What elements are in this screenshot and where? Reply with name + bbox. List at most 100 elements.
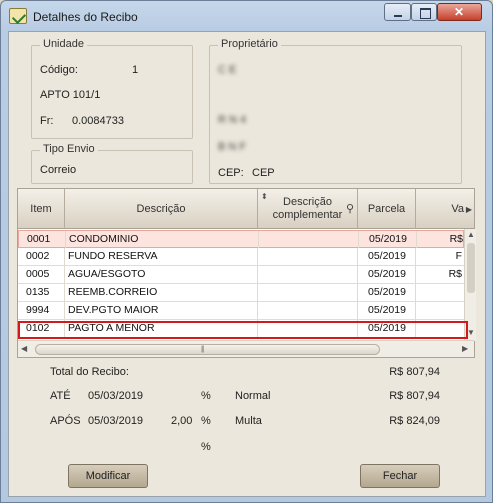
receipt-details-window: Detalhes do Recibo Unidade Código: 1 APT… <box>0 0 493 503</box>
col-descricao-complementar[interactable]: ⬍ Descrição complementar ⚲ <box>258 189 358 229</box>
cell-valor: F <box>455 250 462 262</box>
items-grid[interactable]: Item Descrição ⬍ Descrição complementar … <box>17 188 476 358</box>
table-row[interactable]: 0005 AGUA/ESGOTO 05/2019 R$ <box>18 266 464 284</box>
cell-descricao: DEV.PGTO MAIOR <box>65 302 258 319</box>
minimize-button[interactable] <box>384 3 411 21</box>
cep-label: CEP: <box>218 167 244 179</box>
cell-parcela: 05/2019 <box>358 320 416 337</box>
col-item-label: Item <box>30 202 52 215</box>
total-value: R$ 807,94 <box>389 366 440 378</box>
scroll-left-icon[interactable]: ◀ <box>21 344 27 353</box>
tipo-envio-label: Tipo Envio <box>40 143 98 155</box>
owner-address-2: B N F <box>218 141 247 153</box>
col-descricao-label: Descrição <box>136 202 186 215</box>
proprietario-group: Proprietário C E R N 4 B N F CEP: CEP <box>209 38 462 184</box>
apos-date: 05/03/2019 <box>88 415 144 427</box>
cell-parcela: 05/2019 <box>358 284 416 301</box>
cell-compl <box>258 284 358 301</box>
table-row[interactable]: 0102 PAGTO A MENOR 05/2019 <box>18 320 464 338</box>
apos-type: Multa <box>235 415 262 427</box>
modificar-button[interactable]: Modificar <box>68 464 148 488</box>
client-area: Unidade Código: 1 APTO 101/1 Fr: 0.00847… <box>8 31 486 497</box>
col-parcela-label: Parcela <box>367 202 406 215</box>
fr-value: 0.0084733 <box>72 115 124 127</box>
cell-compl <box>258 266 358 283</box>
fr-label: Fr: <box>40 115 54 127</box>
cell-compl <box>258 248 358 265</box>
cell-item: 0005 <box>18 266 65 283</box>
maximize-button[interactable] <box>411 3 437 21</box>
cell-valor: R$ <box>448 268 462 280</box>
apos-rate: 2,00 <box>171 415 193 427</box>
cell-valor <box>416 284 464 301</box>
table-row[interactable]: 0001 CONDOMINIO 05/2019 R$ <box>18 230 464 248</box>
cell-descricao: PAGTO A MENOR <box>65 320 258 337</box>
title-bar[interactable]: Detalhes do Recibo <box>1 1 492 31</box>
cell-item: 9994 <box>18 302 65 319</box>
table-row[interactable]: 0002 FUNDO RESERVA 05/2019 F <box>18 248 464 266</box>
cell-valor <box>416 320 464 337</box>
horizontal-scrollbar[interactable]: ◀ ||| ▶ <box>18 340 474 357</box>
cell-parcela: 05/2019 <box>358 302 416 319</box>
vertical-scroll-thumb[interactable] <box>467 243 475 293</box>
sort-icon: ⬍ <box>261 192 268 201</box>
ate-value: R$ 807,94 <box>389 390 440 402</box>
apos-percent: % <box>201 415 211 427</box>
total-label: Total do Recibo: <box>50 366 129 378</box>
col-valor-label: Va <box>451 202 464 215</box>
ate-type: Normal <box>235 390 271 402</box>
proprietario-label: Proprietário <box>218 38 281 50</box>
receipt-app-icon <box>9 8 27 24</box>
cell-compl <box>259 231 359 248</box>
cell-item: 0002 <box>18 248 65 265</box>
tipo-envio-group: Tipo Envio Correio <box>31 143 193 184</box>
cell-descricao: REEMB.CORREIO <box>65 284 258 301</box>
cep-value: CEP <box>252 167 275 179</box>
cell-compl <box>258 320 358 337</box>
col-compl-label: Descrição complementar <box>272 196 343 221</box>
ate-date: 05/03/2019 <box>88 390 144 402</box>
cell-descricao: AGUA/ESGOTO <box>65 266 258 283</box>
ate-label: ATÉ <box>50 390 71 402</box>
table-row[interactable]: 9994 DEV.PGTO MAIOR 05/2019 <box>18 302 464 320</box>
unidade-group: Unidade Código: 1 APTO 101/1 Fr: 0.00847… <box>31 38 193 139</box>
scroll-right-icon[interactable]: ▶ <box>462 344 468 353</box>
cell-item: 0102 <box>18 320 65 337</box>
grid-header: Item Descrição ⬍ Descrição complementar … <box>18 189 474 229</box>
col-descricao[interactable]: Descrição <box>65 189 258 229</box>
table-row[interactable]: 0135 REEMB.CORREIO 05/2019 <box>18 284 464 302</box>
cell-parcela: 05/2019 <box>358 248 416 265</box>
owner-address-1: R N 4 <box>218 114 247 126</box>
apto-value: APTO 101/1 <box>40 89 101 101</box>
unidade-group-label: Unidade <box>40 38 87 50</box>
scroll-down-icon[interactable]: ▼ <box>467 328 475 337</box>
cell-item: 0001 <box>19 231 66 248</box>
owner-name: C E <box>218 64 237 76</box>
col-item[interactable]: Item <box>18 189 65 229</box>
scroll-up-icon[interactable]: ▲ <box>467 230 475 239</box>
codigo-label: Código: <box>40 64 78 76</box>
cell-descricao: FUNDO RESERVA <box>65 248 258 265</box>
close-button[interactable] <box>437 3 482 21</box>
search-icon[interactable]: ⚲ <box>346 203 354 216</box>
cell-compl <box>258 302 358 319</box>
apos-value: R$ 824,09 <box>389 415 440 427</box>
fechar-button[interactable]: Fechar <box>360 464 440 488</box>
extra-percent: % <box>201 441 211 453</box>
scroll-grip-icon: ||| <box>201 346 205 353</box>
apos-label: APÓS <box>50 415 81 427</box>
col-parcela[interactable]: Parcela <box>358 189 416 229</box>
scroll-right-header-icon[interactable]: ▶ <box>466 203 472 216</box>
vertical-scrollbar[interactable]: ▲ ▼ <box>464 229 476 341</box>
tipo-envio-value: Correio <box>40 164 77 176</box>
cell-descricao: CONDOMINIO <box>66 231 259 248</box>
cell-item: 0135 <box>18 284 65 301</box>
col-valor[interactable]: Va ▶ <box>416 189 474 229</box>
cell-valor: R$ <box>449 233 463 245</box>
ate-percent: % <box>201 390 211 402</box>
cell-parcela: 05/2019 <box>359 231 417 248</box>
codigo-value: 1 <box>132 64 139 76</box>
horizontal-scroll-thumb[interactable]: ||| <box>35 344 380 355</box>
window-title: Detalhes do Recibo <box>33 10 138 24</box>
cell-valor <box>416 302 464 319</box>
